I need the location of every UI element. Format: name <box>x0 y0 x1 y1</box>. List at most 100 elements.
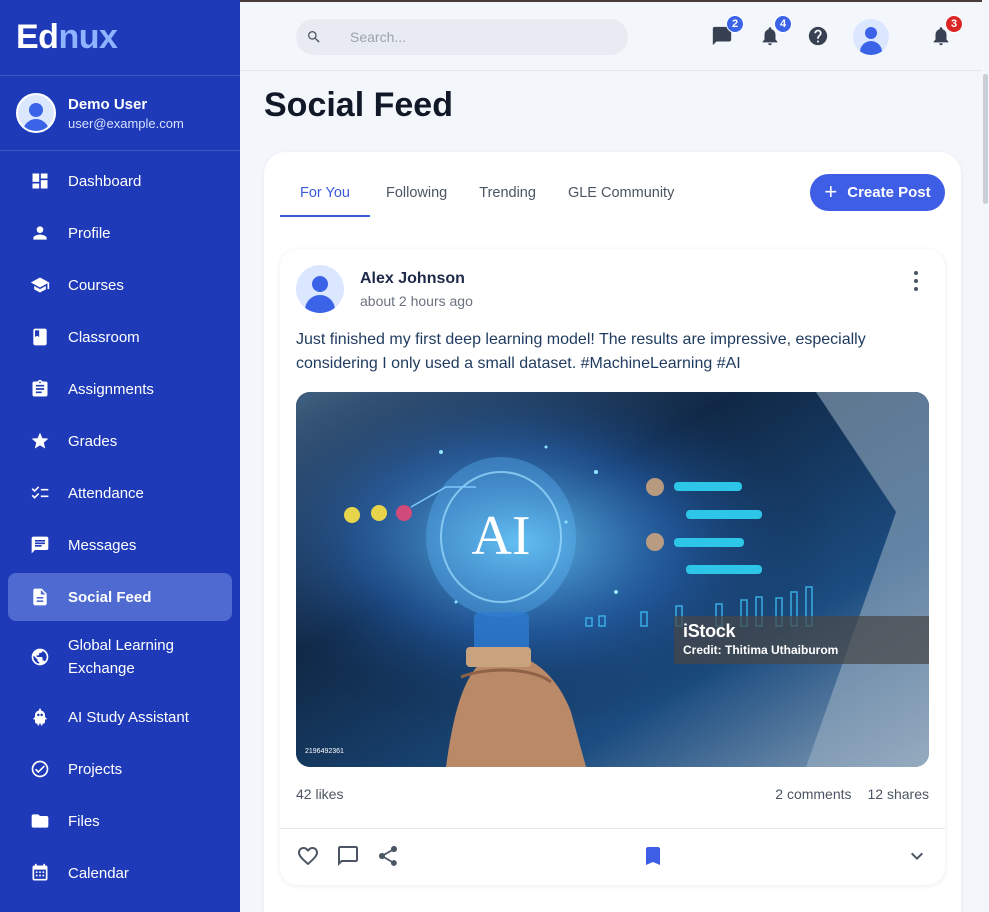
sidebar-nav: Dashboard Profile Courses Classroom Assi… <box>0 151 240 897</box>
sidebar-item-classroom[interactable]: Classroom <box>8 313 232 361</box>
messages-badge: 2 <box>726 15 744 33</box>
sidebar-item-grades[interactable]: Grades <box>8 417 232 465</box>
calendar-icon <box>30 863 50 883</box>
globe-icon <box>30 647 50 667</box>
tab-trending[interactable]: Trending <box>463 169 552 217</box>
shares-count[interactable]: 12 shares <box>868 786 929 802</box>
brand-part-1: Ed <box>16 18 59 56</box>
brand-part-2: nux <box>58 18 118 56</box>
avatar <box>16 93 56 133</box>
checklist-icon <box>30 483 50 503</box>
user-name: Demo User <box>68 95 148 113</box>
notifications-button[interactable]: 4 <box>758 15 792 48</box>
chat-icon <box>30 535 50 555</box>
sidebar-item-label: Messages <box>68 536 137 554</box>
post-stats: 2 comments 12 shares <box>775 786 929 802</box>
avatar[interactable] <box>853 19 889 55</box>
sidebar-item-courses[interactable]: Courses <box>8 261 232 309</box>
clipboard-icon <box>30 379 50 399</box>
image-ai-text: AI <box>471 505 530 567</box>
share-button[interactable] <box>376 844 400 868</box>
feed-tabs: For You Following Trending GLE Community <box>280 169 690 217</box>
alerts-button[interactable]: 3 <box>929 15 963 48</box>
heart-outline-icon <box>298 847 318 866</box>
messages-button[interactable]: 2 <box>710 15 744 48</box>
share-icon <box>379 846 397 866</box>
plus-icon: + <box>824 178 838 204</box>
sidebar-item-label: Calendar <box>68 864 129 882</box>
sidebar-item-dashboard[interactable]: Dashboard <box>8 157 232 205</box>
sidebar-item-label: Files <box>68 812 100 830</box>
dashboard-icon <box>30 171 50 191</box>
ai-illustration: AI <box>296 392 929 767</box>
tab-for-you[interactable]: For You <box>280 169 370 217</box>
sidebar-item-profile[interactable]: Profile <box>8 209 232 257</box>
likes-count[interactable]: 42 likes <box>296 786 343 802</box>
sidebar-item-messages[interactable]: Messages <box>8 521 232 569</box>
comments-count[interactable]: 2 comments <box>775 786 851 802</box>
comment-icon <box>338 846 358 866</box>
sidebar-item-label: Profile <box>68 224 111 242</box>
expand-button[interactable] <box>905 844 929 868</box>
notifications-badge: 4 <box>774 15 792 33</box>
help-button[interactable] <box>806 24 830 48</box>
person-icon <box>30 223 50 243</box>
post-text: Just finished my first deep learning mod… <box>296 331 866 372</box>
user-email: user@example.com <box>68 115 184 131</box>
sidebar-item-global-learning-exchange[interactable]: Global Learning Exchange <box>8 625 232 689</box>
sidebar-item-ai-study-assistant[interactable]: AI Study Assistant <box>8 693 232 741</box>
page-title: Social Feed <box>264 86 453 124</box>
post-time: about 2 hours ago <box>360 293 473 309</box>
sidebar-item-projects[interactable]: Projects <box>8 745 232 793</box>
avatar[interactable] <box>296 265 344 313</box>
create-post-label: Create Post <box>847 184 931 201</box>
sidebar-item-label: Dashboard <box>68 172 142 190</box>
help-icon <box>808 26 828 46</box>
image-id: 2196492361 <box>305 748 344 755</box>
user-profile-box[interactable]: Demo User user@example.com <box>0 76 240 151</box>
like-button[interactable] <box>296 844 320 868</box>
sidebar-item-files[interactable]: Files <box>8 797 232 845</box>
sidebar-item-assignments[interactable]: Assignments <box>8 365 232 413</box>
sidebar-item-label: Courses <box>68 276 124 294</box>
sidebar: Ednux Demo User user@example.com Dashboa… <box>0 0 240 912</box>
sidebar-item-label: Grades <box>68 432 118 450</box>
scrollbar-thumb[interactable] <box>983 74 988 204</box>
chevron-down-icon <box>911 852 923 860</box>
search-input[interactable] <box>350 29 610 45</box>
sidebar-item-label: Attendance <box>68 484 144 502</box>
sidebar-item-label: Projects <box>68 760 123 778</box>
tab-following[interactable]: Following <box>370 169 463 217</box>
school-icon <box>30 275 50 295</box>
image-credit: Credit: Thitima Uthaiburom <box>683 643 839 657</box>
bookmark-button[interactable] <box>641 844 665 868</box>
folder-icon <box>30 811 50 831</box>
sidebar-item-label: Classroom <box>68 328 140 346</box>
sidebar-item-label: Social Feed <box>68 588 152 606</box>
sidebar-item-label: Assignments <box>68 380 154 398</box>
check-circle-icon <box>30 759 50 779</box>
post-card: Alex Johnson about 2 hours ago Just fini… <box>280 249 945 885</box>
alerts-badge: 3 <box>945 15 963 33</box>
bookmark-icon <box>646 847 660 865</box>
star-icon <box>30 431 50 451</box>
istock-logo: iStock <box>683 621 736 641</box>
search-box[interactable] <box>296 19 628 55</box>
post-actions <box>296 844 929 872</box>
post-author[interactable]: Alex Johnson <box>360 270 465 288</box>
page-scrollbar[interactable] <box>982 0 989 912</box>
article-icon <box>30 587 50 607</box>
brand-logo[interactable]: Ednux <box>0 0 240 76</box>
sidebar-item-social-feed[interactable]: Social Feed <box>8 573 232 621</box>
comment-button[interactable] <box>336 844 360 868</box>
search-icon <box>308 31 320 43</box>
divider <box>280 828 945 829</box>
more-vert-icon[interactable] <box>910 271 922 291</box>
robot-icon <box>30 707 50 727</box>
sidebar-item-attendance[interactable]: Attendance <box>8 469 232 517</box>
tab-gle-community[interactable]: GLE Community <box>552 169 690 217</box>
post-image[interactable]: AI iStock Credit: Thitima Uthaiburom 219… <box>296 392 929 767</box>
image-credit-overlay: iStock Credit: Thitima Uthaiburom <box>674 616 929 664</box>
sidebar-item-calendar[interactable]: Calendar <box>8 849 232 897</box>
create-post-button[interactable]: + Create Post <box>810 174 945 211</box>
